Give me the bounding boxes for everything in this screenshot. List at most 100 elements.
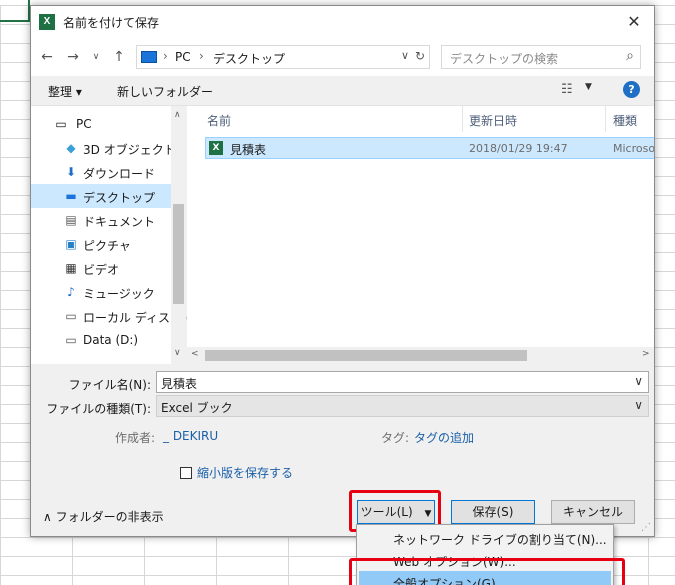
file-row[interactable]: X 見積表 2018/01/29 19:47 Microso [205, 137, 654, 159]
search-placeholder: デスクトップの検索 [450, 52, 559, 66]
menu-item-map-network-drive[interactable]: ネットワーク ドライブの割り当て(N)... [359, 527, 611, 549]
tools-label: ツール(L) [360, 505, 413, 519]
save-as-dialog: X 名前を付けて保存 ✕ ← → ∨ ↑ › PC › デスクトップ ∨ ↻ デ… [30, 5, 655, 537]
refresh-icon[interactable]: ↻ [415, 49, 425, 63]
address-row: ← → ∨ ↑ › PC › デスクトップ ∨ ↻ デスクトップの検索 ⌕ [31, 38, 654, 76]
scroll-left-icon[interactable]: < [191, 349, 199, 359]
resize-grip-icon[interactable]: ⋰ [641, 522, 651, 533]
horizontal-scrollbar[interactable]: < > [187, 347, 654, 364]
hide-folders-toggle[interactable]: ∧ フォルダーの非表示 [43, 508, 164, 525]
nav-item-label: ドキュメント [83, 215, 156, 229]
chevron-down-icon[interactable]: ∨ [634, 374, 643, 388]
horizontal-scroll-thumb[interactable] [205, 350, 527, 361]
nav-item-videos[interactable]: ▦ ビデオ [31, 256, 171, 280]
cube-icon: ◆ [66, 141, 76, 155]
nav-item-label: デスクトップ [83, 191, 156, 205]
nav-item-label: Data (D:) [83, 333, 139, 347]
nav-item-music[interactable]: ♪ ミュージック [31, 280, 171, 304]
breadcrumb-separator-icon: › [163, 49, 168, 63]
tags-label: タグ: [381, 431, 410, 445]
music-note-icon: ♪ [67, 285, 75, 299]
scroll-right-icon[interactable]: > [642, 349, 650, 359]
hide-folders-label: フォルダーの非表示 [55, 510, 164, 524]
filetype-value: Excel ブック [161, 401, 233, 415]
filename-value: 見積表 [161, 377, 198, 391]
chevron-down-icon[interactable]: ∨ [634, 398, 643, 412]
tools-button[interactable]: ツール(L) ▼ [357, 500, 435, 524]
menu-item-label: ネットワーク ドライブの割り当て(N)... [393, 533, 607, 547]
column-divider[interactable] [605, 106, 606, 132]
address-dropdown-icon[interactable]: ∨ [401, 49, 409, 62]
nav-item-label: PC [76, 117, 92, 131]
chevron-up-icon: ∧ [43, 510, 56, 524]
nav-scrollbar[interactable]: ∧ ∨ [171, 106, 186, 364]
view-dropdown-icon[interactable]: ▼ [585, 82, 592, 92]
download-arrow-icon: ⬇ [65, 165, 77, 179]
file-type: Microso [613, 142, 654, 155]
column-header-type[interactable]: 種類 [613, 106, 637, 132]
save-button[interactable]: 保存(S) [451, 500, 535, 524]
author-label: 作成者: [115, 431, 156, 445]
nav-item-label: ピクチャ [83, 239, 131, 253]
back-arrow-icon[interactable]: ← [37, 47, 57, 67]
scroll-up-icon[interactable]: ∧ [174, 110, 181, 120]
help-icon[interactable]: ? [623, 81, 640, 98]
nav-item-data-drive[interactable]: ▭ Data (D:) [31, 328, 171, 352]
column-divider[interactable] [462, 106, 463, 132]
tags-input[interactable]: タグの追加 [414, 429, 474, 446]
organize-button[interactable]: 整理 ▾ [48, 83, 82, 100]
pc-icon: ▭ [55, 117, 67, 131]
desktop-icon: ▬ [65, 189, 77, 203]
nav-item-downloads[interactable]: ⬇ ダウンロード [31, 160, 171, 184]
author-value[interactable]: _ DEKIRU [163, 429, 218, 443]
filename-label: ファイル名(N): [68, 378, 151, 392]
close-button[interactable]: ✕ [614, 6, 654, 38]
nav-item-pictures[interactable]: ▣ ピクチャ [31, 232, 171, 256]
up-arrow-icon[interactable]: ↑ [109, 47, 129, 67]
cancel-button[interactable]: キャンセル [551, 500, 635, 524]
nav-item-label: ビデオ [83, 263, 120, 277]
document-icon: ▤ [65, 213, 77, 227]
filename-input[interactable]: 見積表 ∨ [156, 371, 649, 393]
filetype-label: ファイルの種類(T): [46, 402, 151, 416]
nav-item-desktop[interactable]: ▬ デスクトップ [31, 184, 171, 208]
command-bar: 整理 ▾ 新しいフォルダー ☷ ▼ ? [31, 76, 654, 106]
nav-item-documents[interactable]: ▤ ドキュメント [31, 208, 171, 232]
excel-icon: X [39, 14, 55, 30]
nav-item-pc[interactable]: ▭ PC [31, 112, 171, 136]
address-bar[interactable]: › PC › デスクトップ ∨ ↻ [136, 45, 430, 69]
file-name: 見積表 [230, 143, 267, 157]
column-header-date[interactable]: 更新日時 [469, 106, 517, 132]
thumbnail-label[interactable]: 縮小版を保存する [197, 464, 293, 481]
view-options-icon[interactable]: ☷ [561, 82, 573, 97]
film-icon: ▦ [65, 261, 77, 275]
dialog-title: 名前を付けて保存 [63, 16, 160, 30]
forward-arrow-icon[interactable]: → [63, 47, 83, 67]
excel-active-cell [0, 0, 30, 22]
breadcrumb-separator-icon: › [199, 49, 204, 63]
excel-file-icon: X [209, 141, 223, 155]
thumbnail-checkbox[interactable] [180, 467, 192, 479]
drive-icon: ▭ [65, 333, 77, 347]
new-folder-button[interactable]: 新しいフォルダー [117, 83, 213, 100]
nav-item-label: ダウンロード [83, 167, 156, 181]
nav-item-3d-objects[interactable]: ◆ 3D オブジェクト [31, 136, 175, 160]
title-bar: X 名前を付けて保存 ✕ [31, 6, 654, 38]
file-list: ⌃ 名前 更新日時 種類 X 見積表 2018/01/29 19:47 Micr… [187, 106, 654, 364]
nav-item-local-disk[interactable]: ▭ ローカル ディスク (C [31, 304, 199, 328]
nav-scroll-thumb[interactable] [173, 204, 184, 304]
filetype-select[interactable]: Excel ブック ∨ [156, 395, 649, 417]
dropdown-triangle-icon: ▼ [424, 509, 432, 519]
breadcrumb-pc[interactable]: PC [175, 50, 191, 64]
sort-ascending-icon: ⌃ [327, 106, 336, 113]
callout-highlight [349, 558, 625, 585]
windows-drive-icon: ▭ [65, 309, 77, 323]
nav-item-label: 3D オブジェクト [83, 143, 176, 157]
scroll-down-icon[interactable]: ∨ [174, 348, 181, 358]
pc-icon [141, 51, 157, 63]
search-input[interactable]: デスクトップの検索 ⌕ [441, 45, 641, 69]
nav-item-label: ミュージック [83, 287, 155, 301]
recent-chevron-icon[interactable]: ∨ [86, 47, 106, 67]
column-header-name[interactable]: 名前 [207, 106, 231, 132]
breadcrumb-desktop[interactable]: デスクトップ [213, 50, 285, 67]
